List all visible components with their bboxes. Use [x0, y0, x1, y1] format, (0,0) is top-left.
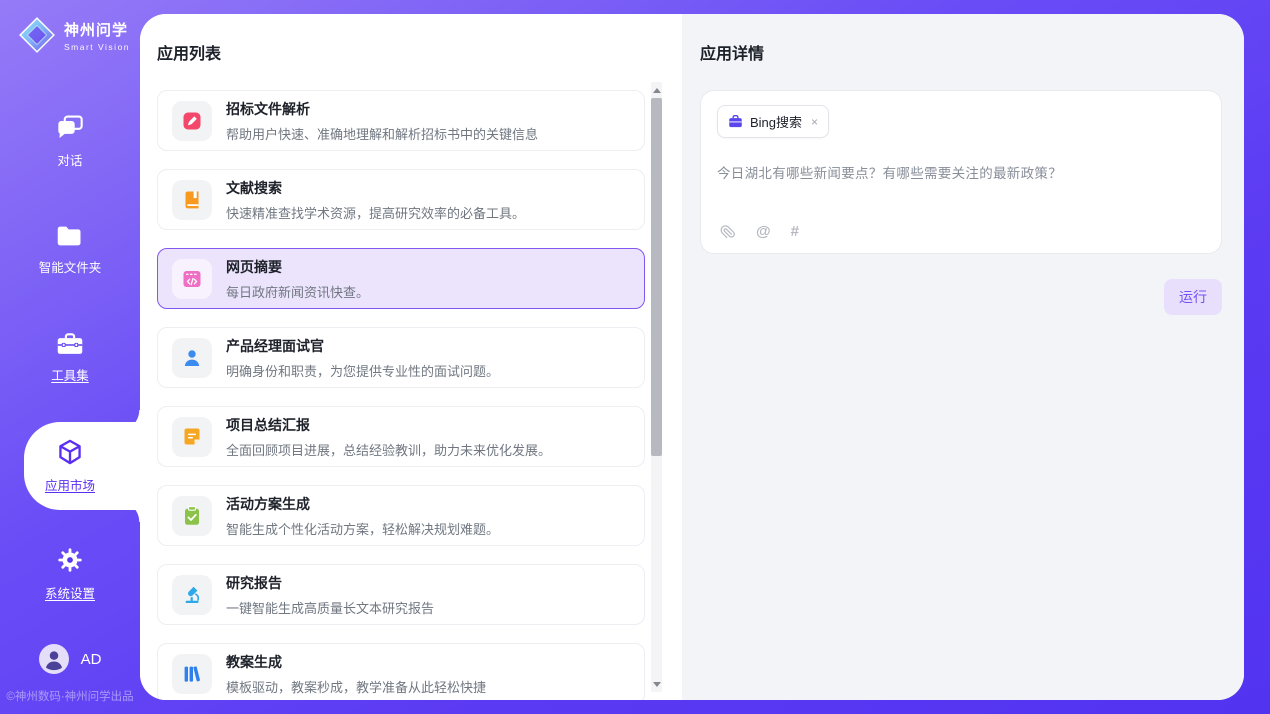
- sidebar-item-label: 系统设置: [45, 583, 95, 602]
- app-item-desc: 每日政府新闻资讯快查。: [226, 282, 369, 301]
- app-item-web-summary[interactable]: 网页摘要 每日政府新闻资讯快查。: [157, 248, 645, 309]
- app-item-desc: 模板驱动，教案秒成，教学准备从此轻松快捷: [226, 677, 486, 696]
- interviewer-icon: [172, 338, 212, 378]
- user-name: AD: [81, 651, 102, 668]
- brand-logo: 神州问学 Smart Vision: [0, 0, 140, 54]
- sidebar-item-toolset[interactable]: 工具集: [0, 304, 140, 412]
- app-list: 招标文件解析 帮助用户快速、准确地理解和解析招标书中的关键信息 文献搜索 快速精…: [157, 90, 645, 700]
- sidebar-item-label: 对话: [57, 150, 82, 169]
- browser-icon: [172, 259, 212, 299]
- mention-icon[interactable]: @: [756, 223, 771, 240]
- book-icon: [172, 180, 212, 220]
- cube-icon: [56, 438, 84, 466]
- app-list-panel: 应用列表 招标文件解析 帮助用户快速、准确地理解和解析招标书中的关键信息: [140, 14, 682, 700]
- note-icon: [172, 417, 212, 457]
- prompt-text[interactable]: 今日湖北有哪些新闻要点？有哪些需要关注的最新政策？: [717, 162, 1205, 182]
- sidebar-item-label: 智能文件夹: [39, 257, 102, 276]
- brand-name: 神州问学: [64, 19, 130, 40]
- app-item-title: 文献搜索: [226, 178, 525, 198]
- sidebar-item-settings[interactable]: 系统设置: [0, 520, 140, 628]
- app-item-desc: 明确身份和职责，为您提供专业性的面试问题。: [226, 361, 499, 380]
- sidebar-footer: AD ©神州数码·神州问学出品: [0, 644, 140, 704]
- briefcase-icon: [728, 114, 743, 129]
- copyright-text: ©神州数码·神州问学出品: [0, 688, 140, 704]
- app-item-desc: 智能生成个性化活动方案，轻松解决规划难题。: [226, 519, 499, 538]
- sidebar-item-label: 工具集: [51, 365, 89, 384]
- app-item-title: 教案生成: [226, 652, 486, 672]
- run-button[interactable]: 运行: [1164, 279, 1222, 315]
- app-item-title: 招标文件解析: [226, 99, 538, 119]
- sidebar-item-label: 应用市场: [45, 475, 95, 494]
- app-item-desc: 帮助用户快速、准确地理解和解析招标书中的关键信息: [226, 124, 538, 143]
- books-icon: [172, 654, 212, 694]
- app-list-title: 应用列表: [157, 40, 682, 64]
- content-shell: 应用列表 招标文件解析 帮助用户快速、准确地理解和解析招标书中的关键信息: [140, 14, 1244, 700]
- app-item-title: 研究报告: [226, 573, 434, 593]
- app-item-desc: 快速精准查找学术资源，提高研究效率的必备工具。: [226, 203, 525, 222]
- app-item-literature-search[interactable]: 文献搜索 快速精准查找学术资源，提高研究效率的必备工具。: [157, 169, 645, 230]
- sidebar-nav: 对话 智能文件夹 工: [0, 88, 140, 628]
- tag-close-icon[interactable]: ×: [811, 115, 818, 129]
- sidebar: 神州问学 Smart Vision 对话 智能文件夹: [0, 0, 140, 714]
- chat-icon: [56, 115, 84, 141]
- app-detail-title: 应用详情: [700, 40, 1222, 64]
- app-item-event-plan[interactable]: 活动方案生成 智能生成个性化活动方案，轻松解决规划难题。: [157, 485, 645, 546]
- microscope-icon: [172, 575, 212, 615]
- app-list-scrollbar[interactable]: [651, 82, 662, 692]
- toolbox-icon: [56, 332, 84, 356]
- app-item-project-summary[interactable]: 项目总结汇报 全面回顾项目进展，总结经验教训，助力未来优化发展。: [157, 406, 645, 467]
- tool-tag-bing-search[interactable]: Bing搜索 ×: [717, 105, 829, 138]
- gear-icon: [56, 546, 84, 574]
- folder-icon: [56, 224, 84, 248]
- hashtag-icon[interactable]: #: [791, 223, 799, 240]
- app-detail-panel: 应用详情 Bing搜索 × 今日湖北有哪些新闻要点？有哪些需要关注的最新政策？ …: [682, 14, 1244, 700]
- scrollbar-thumb[interactable]: [651, 98, 662, 456]
- sidebar-item-smart-folders[interactable]: 智能文件夹: [0, 196, 140, 304]
- app-item-title: 活动方案生成: [226, 494, 499, 514]
- app-item-title: 网页摘要: [226, 257, 369, 277]
- app-item-title: 项目总结汇报: [226, 415, 551, 435]
- sidebar-item-app-market[interactable]: 应用市场: [0, 412, 140, 520]
- app-item-bid-parsing[interactable]: 招标文件解析 帮助用户快速、准确地理解和解析招标书中的关键信息: [157, 90, 645, 151]
- app-item-desc: 全面回顾项目进展，总结经验教训，助力未来优化发展。: [226, 440, 551, 459]
- scroll-down-arrow-icon[interactable]: [651, 678, 662, 690]
- tool-tag-label: Bing搜索: [750, 112, 802, 131]
- clipboard-check-icon: [172, 496, 212, 536]
- app-item-research-report[interactable]: 研究报告 一键智能生成高质量长文本研究报告: [157, 564, 645, 625]
- attachment-toolbar: @ #: [719, 222, 799, 240]
- paperclip-icon[interactable]: [719, 222, 736, 240]
- brand-gem-icon: [18, 16, 56, 54]
- app-item-desc: 一键智能生成高质量长文本研究报告: [226, 598, 434, 617]
- sidebar-item-chat[interactable]: 对话: [0, 88, 140, 196]
- scroll-up-arrow-icon[interactable]: [651, 84, 662, 96]
- prompt-card[interactable]: Bing搜索 × 今日湖北有哪些新闻要点？有哪些需要关注的最新政策？ @ #: [700, 90, 1222, 254]
- edit-icon: [172, 101, 212, 141]
- brand-tagline: Smart Vision: [64, 42, 130, 52]
- user-account[interactable]: AD: [0, 644, 140, 674]
- app-item-title: 产品经理面试官: [226, 336, 499, 356]
- app-item-pm-interviewer[interactable]: 产品经理面试官 明确身份和职责，为您提供专业性的面试问题。: [157, 327, 645, 388]
- app-item-lesson-plan[interactable]: 教案生成 模板驱动，教案秒成，教学准备从此轻松快捷: [157, 643, 645, 700]
- avatar: [39, 644, 69, 674]
